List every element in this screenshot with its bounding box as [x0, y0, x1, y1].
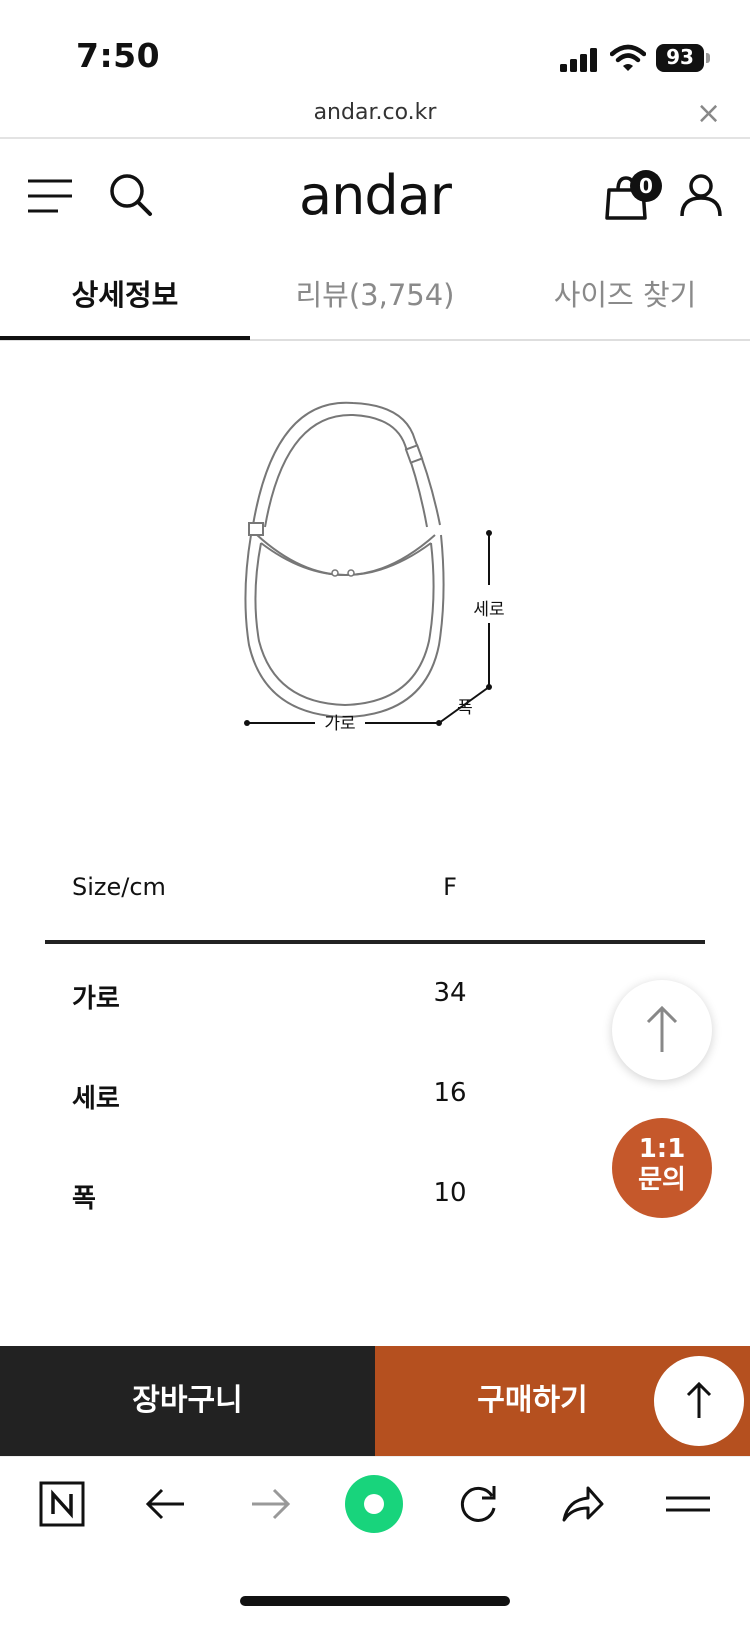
- cart-count-badge: 0: [630, 170, 662, 202]
- scroll-up-button[interactable]: [654, 1356, 744, 1446]
- tab-reviews[interactable]: 리뷰(3,754): [250, 272, 500, 314]
- menu-lines-icon[interactable]: [664, 1480, 712, 1528]
- size-row-value: 34: [433, 978, 467, 1008]
- tab-size-finder[interactable]: 사이즈 찾기: [500, 272, 750, 314]
- inquiry-button[interactable]: 1:1 문의: [612, 1118, 712, 1218]
- refresh-icon[interactable]: [454, 1480, 502, 1528]
- back-arrow-icon[interactable]: [142, 1480, 190, 1528]
- wifi-icon: [610, 44, 646, 71]
- size-row-label: 세로: [72, 1084, 120, 1114]
- scroll-to-top-button[interactable]: [612, 980, 712, 1080]
- size-table-header-size: F: [443, 873, 457, 901]
- cellular-signal-icon: [560, 48, 597, 72]
- size-row-value: 16: [433, 1078, 467, 1108]
- size-row-label: 가로: [72, 984, 120, 1014]
- battery-percent: 93: [666, 45, 694, 69]
- home-indicator[interactable]: [240, 1596, 510, 1606]
- add-to-cart-button[interactable]: 장바구니: [0, 1346, 375, 1456]
- battery-indicator: 93: [656, 44, 712, 74]
- active-tab-indicator: [0, 336, 250, 340]
- tab-detail[interactable]: 상세정보: [0, 272, 250, 314]
- size-row-value: 10: [433, 1178, 467, 1208]
- url-text[interactable]: andar.co.kr: [0, 100, 750, 125]
- size-table-rule: [45, 940, 705, 944]
- inquiry-label-bottom: 문의: [638, 1165, 686, 1195]
- url-bar-divider: [0, 137, 750, 139]
- close-icon[interactable]: ×: [696, 96, 721, 131]
- height-label: 세로: [473, 600, 504, 620]
- green-dot-icon[interactable]: [344, 1474, 404, 1534]
- inquiry-label-top: 1:1: [638, 1134, 686, 1164]
- user-icon[interactable]: [678, 172, 724, 218]
- arrow-up-icon: [686, 1381, 712, 1418]
- status-time: 7:50: [76, 36, 161, 75]
- arrow-up-icon: [646, 1005, 678, 1052]
- size-table-header-label: Size/cm: [72, 873, 166, 901]
- size-row-label: 폭: [72, 1184, 96, 1214]
- forward-arrow-icon[interactable]: [246, 1480, 294, 1528]
- bag-size-illustration: 세로 폭 가로: [244, 401, 505, 734]
- buy-now-label: 구매하기: [477, 1383, 588, 1418]
- naver-icon[interactable]: [38, 1480, 86, 1528]
- width-label: 가로: [324, 714, 355, 734]
- share-icon[interactable]: [558, 1480, 606, 1528]
- depth-label: 폭: [457, 698, 473, 718]
